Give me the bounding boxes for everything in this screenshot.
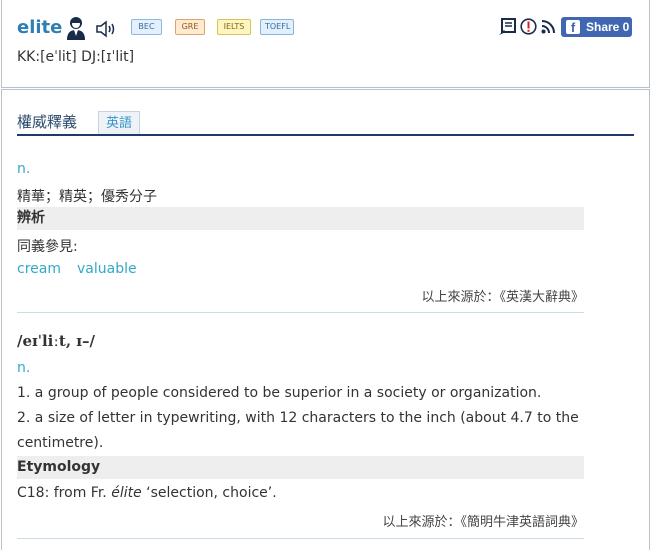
etymology-word: élite — [111, 485, 142, 501]
tab-underline — [17, 134, 634, 136]
part-of-speech: n. — [17, 161, 31, 177]
tag-gre[interactable]: GRE — [175, 19, 205, 35]
definition-2-line-2: centimetre). — [17, 435, 104, 451]
speaker-icon[interactable] — [95, 19, 119, 39]
tag-toefl[interactable]: TOEFL — [260, 19, 294, 35]
rss-icon[interactable] — [541, 19, 555, 34]
etymology-prefix: C18: from Fr. — [17, 485, 107, 501]
etymology-text: C18: from Fr. élite ‘selection, choice’. — [17, 485, 277, 501]
tag-bec[interactable]: BEC — [131, 19, 162, 35]
facebook-share-button[interactable]: f Share 0 — [561, 17, 632, 37]
entry-divider-2 — [17, 538, 584, 539]
tab-authoritative-definition[interactable]: 權威釋義 — [17, 111, 77, 132]
synonym-link-valuable[interactable]: valuable — [77, 261, 137, 277]
definition-1: 1. a group of people considered to be su… — [17, 385, 542, 401]
entry-divider — [17, 312, 584, 313]
part-of-speech-2: n. — [17, 360, 31, 376]
synonyms-label: 同義參見: — [17, 239, 78, 255]
phonetic-transcription: /eɪˈliːt, ɪ–/ — [17, 332, 95, 350]
tab-english[interactable]: 英語 — [98, 111, 140, 135]
definition-panel — [1, 89, 650, 550]
tag-ielts[interactable]: IELTS — [217, 19, 251, 35]
alert-icon[interactable] — [520, 18, 537, 35]
etymology-gloss: ‘selection, choice’. — [146, 485, 277, 501]
share-label: Share 0 — [586, 20, 630, 34]
analysis-heading: 辨析 — [17, 207, 584, 230]
note-icon[interactable] — [498, 18, 516, 36]
source-citation: 以上來源於：《英漢大辭典》 — [421, 290, 584, 305]
user-icon — [67, 17, 85, 40]
header-panel — [1, 0, 650, 88]
facebook-icon: f — [566, 20, 580, 34]
definition-zh: 精華；精英；優秀分子 — [17, 189, 157, 205]
pronunciation: KK:[eˈlit] DJ:[ɪˈlit] — [17, 49, 135, 65]
synonym-link-cream[interactable]: cream — [17, 261, 61, 277]
etymology-heading: Etymology — [17, 456, 584, 479]
headword: elite — [17, 17, 63, 38]
definition-2-line-1: 2. a size of letter in typewriting, with… — [17, 410, 579, 426]
source-citation-2: 以上來源於：《簡明牛津英語詞典》 — [382, 515, 584, 530]
